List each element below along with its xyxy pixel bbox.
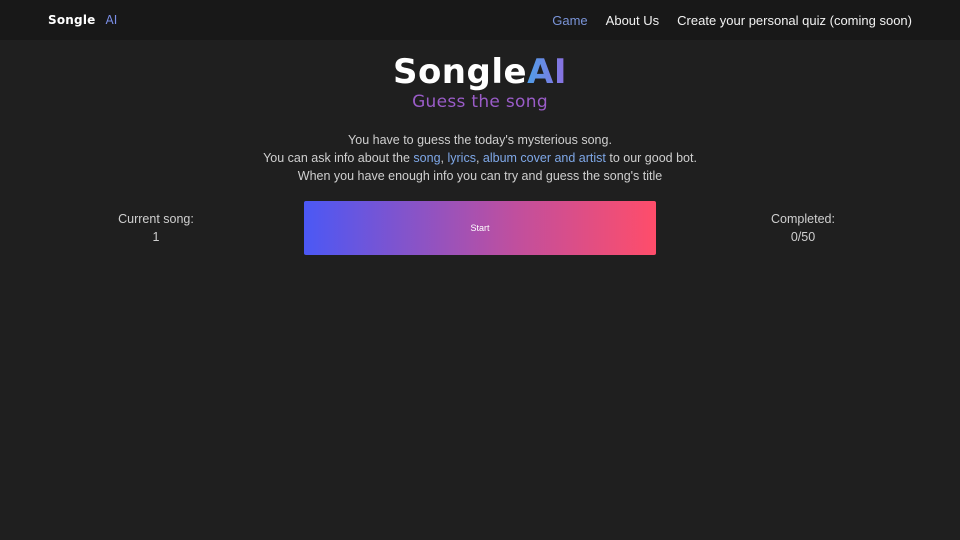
highlight-song: song [413, 151, 441, 165]
nav-links: Game About Us Create your personal quiz … [552, 13, 912, 28]
start-button[interactable]: Start [304, 201, 656, 255]
intro-text: You have to guess the today's mysterious… [0, 131, 960, 185]
nav-link-create-quiz[interactable]: Create your personal quiz (coming soon) [677, 13, 912, 28]
completed-value: 0/50 [790, 230, 816, 244]
tagline: Guess the song [412, 92, 548, 112]
highlight-album-artist: album cover and artist [482, 151, 606, 165]
completed-label: Completed: [771, 212, 835, 226]
nav-link-about-us[interactable]: About Us [606, 13, 659, 28]
intro-separator: , [475, 151, 483, 165]
highlight-lyrics: lyrics [447, 151, 476, 165]
current-song-value: 1 [152, 230, 160, 244]
brand-word: Songle [48, 13, 96, 27]
intro-line-2-prefix: You can ask info about the [263, 151, 414, 165]
nav-link-game[interactable]: Game [552, 13, 587, 28]
intro-line-2-suffix: to our good bot. [605, 151, 697, 165]
main-logo: SongleAI [0, 52, 960, 92]
brand-ai: AI [105, 13, 118, 27]
logo-word: Songle [392, 52, 528, 92]
intro-line-1: You have to guess the today's mysterious… [348, 133, 612, 147]
brand-logo[interactable]: Songle AI [48, 13, 117, 27]
hero: SongleAI Guess the song [0, 52, 960, 112]
logo-ai: AI [527, 52, 568, 92]
current-song-stat: Current song: 1 [106, 210, 206, 246]
intro-line-3: When you have enough info you can try an… [297, 169, 663, 183]
intro-line-2: You can ask info about the song, lyrics,… [0, 149, 960, 167]
current-song-label: Current song: [118, 212, 194, 226]
completed-stat: Completed: 0/50 [753, 210, 853, 246]
navbar: Songle AI Game About Us Create your pers… [0, 0, 960, 40]
